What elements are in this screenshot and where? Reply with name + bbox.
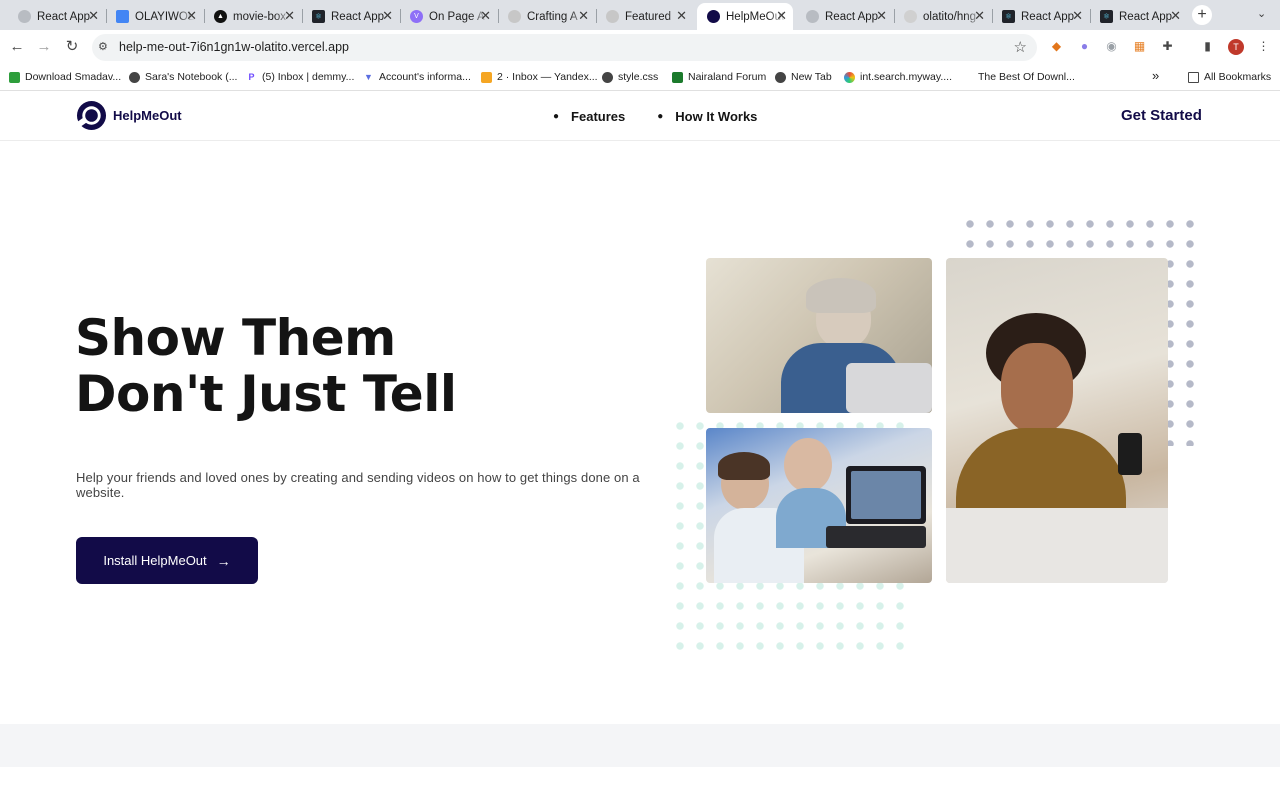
more-bookmarks-icon[interactable]: » — [1152, 68, 1159, 83]
tab-search-icon[interactable]: ⌄ — [1257, 7, 1266, 20]
back-icon[interactable]: ← — [8, 38, 26, 56]
install-button[interactable]: Install HelpMeOut → — [76, 537, 258, 584]
address-bar[interactable]: ⚙ help-me-out-7i6n1gn1w-olatito.vercel.a… — [92, 34, 1037, 61]
reload-icon[interactable]: ↻ — [63, 38, 81, 56]
hero-headline: Show Them Don't Just Tell — [75, 309, 457, 423]
close-tab-icon[interactable]: ✕ — [382, 9, 393, 23]
hero-image-woman-laptop — [706, 258, 932, 413]
browser-tab[interactable]: React App ✕ — [8, 3, 105, 30]
new-tab-button[interactable]: + — [1192, 5, 1212, 25]
browser-tab[interactable]: ▲ movie-box ✕ — [204, 3, 301, 30]
bookmarks-bar: Download Smadav... Sara's Notebook (... … — [0, 64, 1280, 91]
nav-link-how-it-works[interactable]: ● How It Works — [657, 109, 757, 124]
react-icon: ⚛ — [1100, 10, 1113, 23]
extensions-puzzle-icon[interactable]: ✚ — [1160, 39, 1175, 54]
metamask-icon[interactable]: ◆ — [1049, 39, 1064, 54]
browser-tab[interactable]: V On Page A ✕ — [400, 3, 497, 30]
vite-icon: V — [410, 10, 423, 23]
close-tab-icon[interactable]: ✕ — [676, 9, 687, 23]
get-started-link[interactable]: Get Started — [1121, 107, 1202, 124]
browser-tab[interactable]: Featured ✕ — [596, 3, 693, 30]
flame-icon — [606, 10, 619, 23]
github-icon — [904, 10, 917, 23]
all-bookmarks-button[interactable]: All Bookmarks — [1188, 71, 1271, 83]
extension-icon[interactable]: ▦ — [1132, 39, 1147, 54]
webpage: HelpMeOut ● Features ● How It Works Get … — [0, 92, 1280, 792]
helpmeout-logo-icon — [76, 100, 107, 131]
close-tab-icon[interactable]: ✕ — [480, 9, 491, 23]
bookmark-star-icon[interactable]: ☆ — [1014, 38, 1027, 56]
globe-icon — [806, 10, 819, 23]
proton-icon: P — [248, 71, 255, 82]
bookmark-item[interactable]: style.css — [602, 71, 658, 83]
triangle-icon: ▼ — [364, 71, 373, 82]
bookmark-item[interactable]: ▼ Account's informa... — [363, 71, 471, 83]
hero-image-woman-phone — [946, 258, 1168, 583]
browser-toolbar: ← → ↻ ⚙ help-me-out-7i6n1gn1w-olatito.ve… — [0, 30, 1280, 64]
hero-image-boy-man-laptop — [706, 428, 932, 583]
close-tab-icon[interactable]: ✕ — [876, 9, 887, 23]
docs-icon — [116, 10, 129, 23]
browser-tab[interactable]: OLAYIWOLA ✕ — [106, 3, 203, 30]
smadav-icon — [9, 71, 20, 83]
next-section-band — [0, 724, 1280, 767]
folder-icon — [1188, 71, 1199, 83]
browser-tab[interactable]: olatito/hng ✕ — [894, 3, 991, 30]
bookmark-item[interactable]: New Tab — [775, 71, 832, 83]
bookmark-item[interactable]: Sara's Notebook (... — [129, 71, 237, 83]
nairaland-icon — [672, 71, 683, 83]
close-tab-icon[interactable]: ✕ — [186, 9, 197, 23]
nav-link-features[interactable]: ● Features — [553, 109, 625, 124]
side-panel-icon[interactable]: ▮ — [1200, 39, 1215, 54]
bookmark-item[interactable]: P (5) Inbox | demmy... — [246, 71, 354, 83]
close-tab-icon[interactable]: ✕ — [88, 9, 99, 23]
site-logo[interactable]: HelpMeOut — [76, 100, 182, 131]
globe-icon — [18, 10, 31, 23]
react-icon: ⚛ — [312, 10, 325, 23]
bookmark-item[interactable]: Download Smadav... — [9, 71, 121, 83]
globe-icon — [129, 71, 140, 83]
bookmark-item[interactable]: The Best Of Downl... — [978, 71, 1075, 83]
grammarly-icon[interactable]: ◉ — [1104, 39, 1119, 54]
close-tab-icon[interactable]: ✕ — [974, 9, 985, 23]
tab-strip: React App ✕ OLAYIWOLA ✕ ▲ movie-box ✕ ⚛ … — [0, 0, 1280, 30]
close-tab-icon[interactable]: ✕ — [776, 9, 787, 23]
brand-name: HelpMeOut — [113, 108, 182, 123]
hero-subtext: Help your friends and loved ones by crea… — [76, 470, 640, 500]
vercel-icon: ▲ — [214, 10, 227, 23]
browser-tab[interactable]: React App ✕ — [796, 3, 893, 30]
globe-icon — [775, 71, 786, 83]
bookmark-item[interactable]: int.search.myway.... — [844, 71, 952, 83]
flame-icon — [508, 10, 521, 23]
url-text[interactable]: help-me-out-7i6n1gn1w-olatito.vercel.app — [119, 40, 349, 54]
close-tab-icon[interactable]: ✕ — [284, 9, 295, 23]
browser-tab[interactable]: ⚛ React App ✕ — [992, 3, 1089, 30]
helpmeout-icon — [707, 10, 720, 23]
site-info-icon[interactable]: ⚙ — [98, 40, 108, 53]
close-tab-icon[interactable]: ✕ — [1072, 9, 1083, 23]
react-icon: ⚛ — [1002, 10, 1015, 23]
site-header: HelpMeOut ● Features ● How It Works Get … — [0, 92, 1280, 141]
browser-tab[interactable]: ⚛ React App ✕ — [302, 3, 399, 30]
myway-icon — [844, 71, 855, 83]
mail-icon — [481, 71, 492, 83]
extension-icon[interactable]: ● — [1077, 39, 1092, 54]
close-tab-icon[interactable]: ✕ — [1170, 9, 1181, 23]
bookmark-item[interactable]: 2 · Inbox — Yandex... — [481, 71, 598, 83]
kebab-menu-icon[interactable]: ⋮ — [1256, 39, 1271, 54]
globe-icon — [602, 71, 613, 83]
close-tab-icon[interactable]: ✕ — [578, 9, 589, 23]
browser-tab-active[interactable]: HelpMeOut ✕ — [697, 3, 793, 30]
main-nav: ● Features ● How It Works — [553, 109, 789, 124]
profile-avatar[interactable]: T — [1228, 39, 1244, 55]
arrow-right-icon: → — [216, 552, 231, 569]
browser-tab[interactable]: Crafting A ✕ — [498, 3, 595, 30]
bookmark-item[interactable]: Nairaland Forum — [672, 71, 766, 83]
forward-icon[interactable]: → — [35, 38, 53, 56]
browser-tab[interactable]: ⚛ React App ✕ — [1090, 3, 1187, 30]
